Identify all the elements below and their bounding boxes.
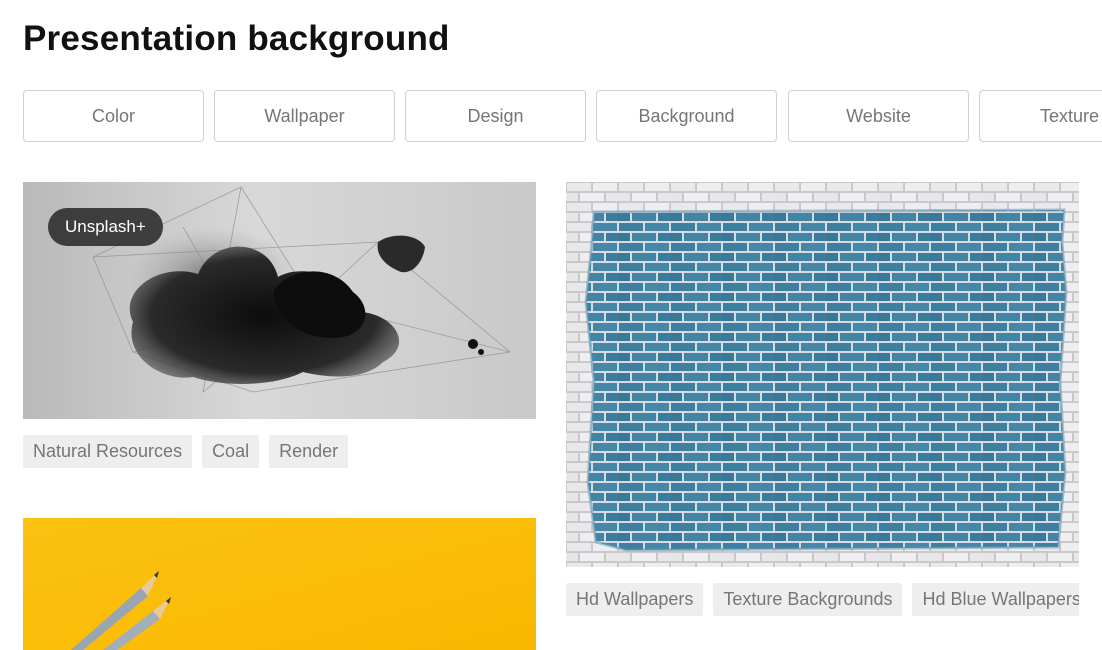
photo-card-pencils <box>23 518 536 650</box>
photo-brick-tags: Hd Wallpapers Texture Backgrounds Hd Blu… <box>566 583 1079 616</box>
tag-natural-resources[interactable]: Natural Resources <box>23 435 193 468</box>
photo-pencils-image[interactable] <box>23 518 536 650</box>
photo-card-brick: Hd Wallpapers Texture Backgrounds Hd Blu… <box>566 182 1079 622</box>
tag-render[interactable]: Render <box>269 435 349 468</box>
photo-brick-image[interactable] <box>566 182 1079 567</box>
unsplash-plus-badge[interactable]: Unsplash+ <box>48 208 163 246</box>
tag-texture-backgrounds[interactable]: Texture Backgrounds <box>713 583 903 616</box>
tag-hd-blue-wallpapers[interactable]: Hd Blue Wallpapers <box>912 583 1079 616</box>
tag-hd-wallpapers[interactable]: Hd Wallpapers <box>566 583 704 616</box>
pencils-illustration <box>23 518 536 650</box>
tag-coal[interactable]: Coal <box>202 435 260 468</box>
search-results-page: Presentation background Color Wallpaper … <box>0 0 1102 650</box>
photo-ink-tags: Natural Resources Coal Render <box>23 435 349 468</box>
brick-wall-illustration <box>566 182 1079 567</box>
chip-wallpaper[interactable]: Wallpaper <box>214 90 395 142</box>
photo-ink-image[interactable]: Unsplash+ <box>23 182 536 419</box>
photo-card-ink: Unsplash+ Natural Resources Coal Render <box>23 182 536 472</box>
chip-design[interactable]: Design <box>405 90 586 142</box>
chip-color[interactable]: Color <box>23 90 204 142</box>
related-searches-bar: Color Wallpaper Design Background Websit… <box>23 90 1102 142</box>
chip-texture[interactable]: Texture <box>979 90 1102 142</box>
chip-website[interactable]: Website <box>788 90 969 142</box>
chip-background[interactable]: Background <box>596 90 777 142</box>
page-title: Presentation background <box>23 19 450 58</box>
